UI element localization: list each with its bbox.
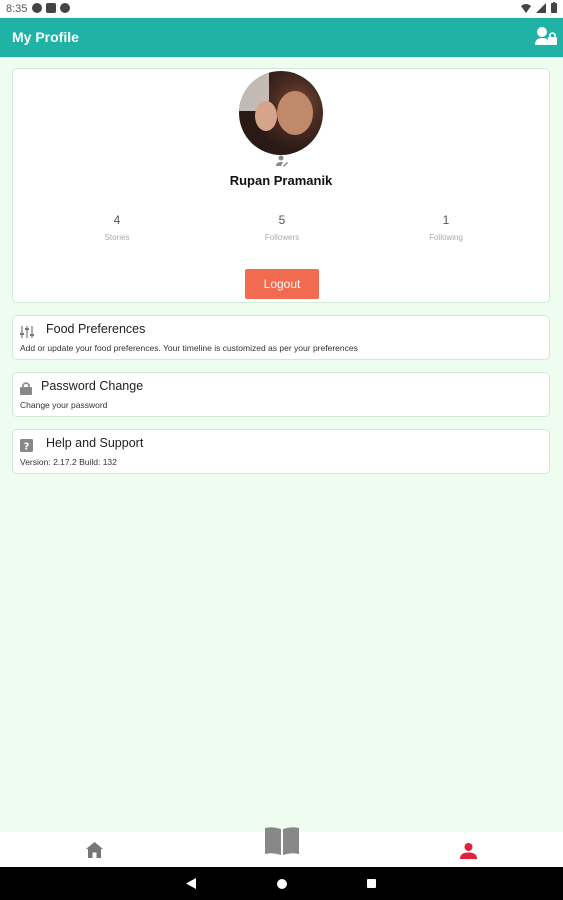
help-support-subtitle: Version: 2.17.2 Build: 132	[20, 457, 117, 467]
stat-followers[interactable]: 5 Followers	[222, 213, 342, 242]
wifi-icon	[521, 3, 531, 13]
stat-stories-label: Stories	[104, 233, 130, 242]
status-right	[521, 2, 557, 13]
help-icon: ?	[20, 439, 33, 452]
help-support-title: Help and Support	[46, 436, 144, 450]
app-bar: My Profile	[0, 18, 563, 57]
status-notification-icons	[32, 3, 70, 13]
password-change-item[interactable]: Password Change Change your password	[12, 372, 550, 417]
notification-icon	[32, 3, 42, 13]
edit-profile-icon[interactable]	[276, 155, 288, 167]
sliders-icon	[20, 326, 34, 338]
bottom-nav	[0, 827, 563, 867]
food-preferences-title: Food Preferences	[46, 322, 146, 336]
password-change-subtitle: Change your password	[20, 400, 108, 410]
battery-icon	[551, 2, 557, 13]
svg-text:?: ?	[24, 442, 30, 453]
profile-card: Rupan Pramanik 4 Stories 5 Followers 1 F…	[12, 68, 550, 303]
status-time: 8:35	[6, 3, 28, 15]
stat-following[interactable]: 1 Following	[386, 213, 506, 242]
password-change-title: Password Change	[41, 379, 144, 393]
sync-icon	[60, 3, 70, 13]
back-icon[interactable]	[186, 878, 196, 889]
page-title: My Profile	[12, 29, 79, 45]
recents-icon[interactable]	[367, 879, 376, 888]
food-preferences-subtitle: Add or update your food preferences. You…	[20, 343, 358, 353]
signal-icon	[536, 2, 546, 13]
stat-stories[interactable]: 4 Stories	[57, 213, 177, 242]
avatar[interactable]	[239, 71, 323, 155]
account-lock-icon[interactable]	[535, 26, 557, 46]
sim-icon	[46, 3, 56, 13]
home-icon[interactable]	[86, 842, 103, 858]
avatar-face-adult	[277, 91, 313, 135]
lock-icon	[20, 382, 32, 395]
stat-following-label: Following	[429, 233, 463, 242]
stat-stories-value: 4	[113, 213, 121, 227]
stat-followers-label: Followers	[264, 233, 300, 242]
stat-followers-value: 5	[278, 213, 286, 227]
stat-following-value: 1	[442, 213, 450, 227]
system-nav-bar	[0, 867, 563, 900]
book-icon[interactable]	[264, 826, 300, 856]
profile-name: Rupan Pramanik	[229, 173, 333, 188]
logout-button[interactable]: Logout	[245, 269, 319, 299]
status-bar: 8:35	[0, 0, 563, 18]
help-support-item[interactable]: ? Help and Support Version: 2.17.2 Build…	[12, 429, 550, 474]
avatar-face-child	[255, 101, 277, 131]
home-button-icon[interactable]	[277, 879, 287, 889]
profile-icon[interactable]	[460, 843, 477, 859]
food-preferences-item[interactable]: Food Preferences Add or update your food…	[12, 315, 550, 360]
